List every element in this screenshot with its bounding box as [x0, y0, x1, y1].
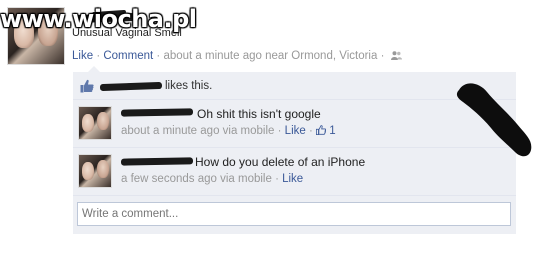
thumbs-up-icon: [80, 79, 94, 93]
comment-like-link[interactable]: Like: [282, 173, 303, 185]
comment-input[interactable]: [77, 202, 511, 226]
redacted-name: [99, 81, 163, 92]
avatar-face: [97, 160, 109, 178]
feedback-box: likes this. Oh shit this isn't google ab…: [73, 72, 516, 234]
avatar-face: [82, 162, 94, 180]
comment-like-link[interactable]: Like: [285, 125, 306, 137]
comment-timestamp: a few seconds ago via mobile: [121, 173, 272, 185]
redaction-blob: [456, 83, 532, 157]
friends-icon[interactable]: [390, 51, 402, 60]
separator: ·: [380, 50, 388, 62]
comment-meta: about a minute ago via mobile · Like · 1: [121, 125, 336, 137]
avatar[interactable]: [78, 154, 112, 188]
status-timestamp: about a minute ago near Ormond, Victoria: [163, 50, 378, 62]
avatar-face: [97, 112, 109, 130]
watermark-logo: www.wiocha.pl: [0, 5, 197, 33]
like-link[interactable]: Like: [72, 50, 93, 62]
status-meta: Like · Comment · about a minute ago near…: [72, 50, 402, 62]
comment-timestamp: about a minute ago via mobile: [121, 125, 275, 137]
avatar-face: [82, 114, 94, 132]
write-comment-row: [73, 196, 516, 234]
comment-item: Oh shit this isn't google about a minute…: [73, 100, 516, 148]
comment-link[interactable]: Comment: [103, 50, 153, 62]
comment-text: How do you delete of an iPhone: [195, 155, 366, 169]
redacted-name: [120, 108, 194, 117]
facebook-post: Unusual Vaginal Smell www.wiocha.pl Like…: [0, 0, 533, 261]
likes-row: likes this.: [73, 72, 516, 100]
comment-item: How do you delete of an iPhone a few sec…: [73, 148, 516, 196]
avatar[interactable]: [78, 106, 112, 140]
comment-text: Oh shit this isn't google: [197, 107, 321, 121]
thumbs-up-icon: [316, 125, 327, 135]
redacted-name: [120, 157, 194, 166]
comment-meta: a few seconds ago via mobile · Like: [121, 173, 303, 185]
comment-like-count[interactable]: 1: [316, 125, 336, 137]
separator: ·: [308, 125, 317, 137]
like-count: 1: [329, 125, 336, 137]
separator: ·: [277, 125, 285, 137]
likes-text: likes this.: [165, 80, 213, 92]
